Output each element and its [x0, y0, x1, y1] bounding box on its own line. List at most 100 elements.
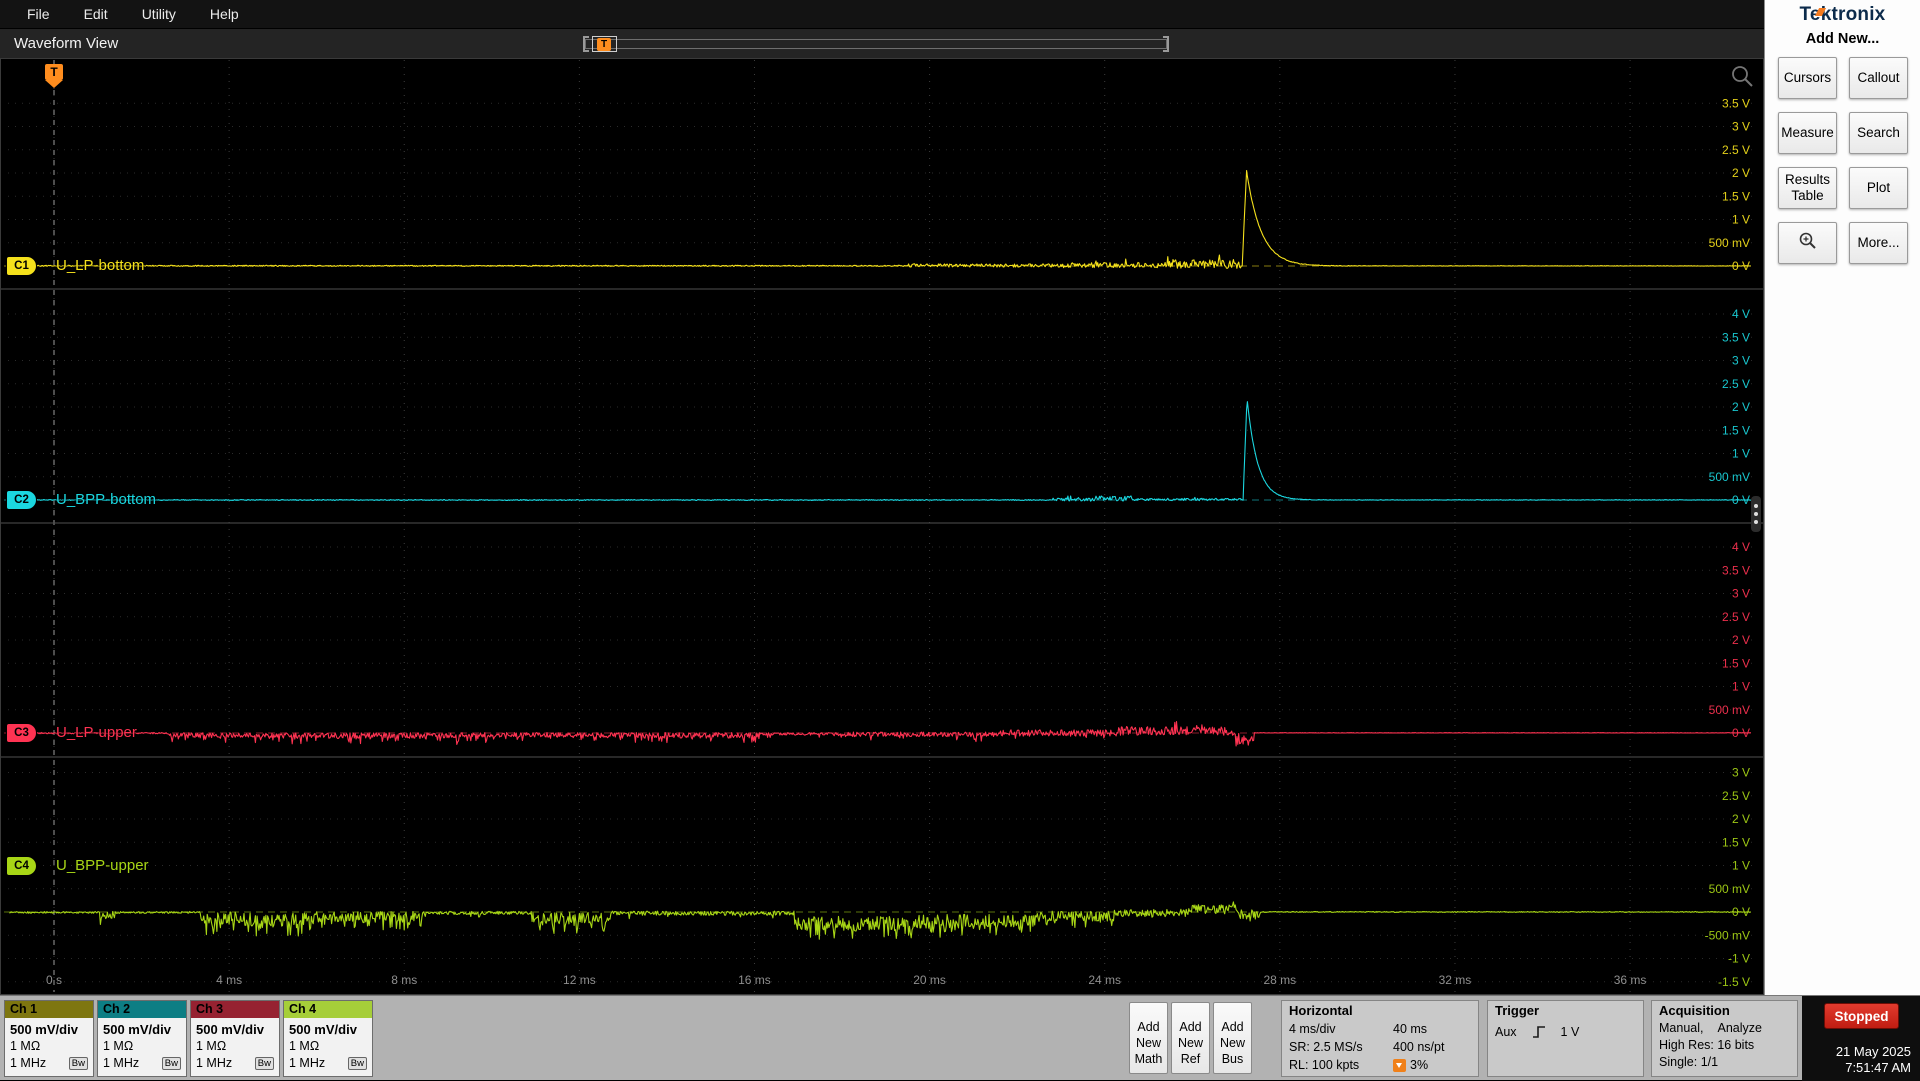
waveform-trace-ch2 [9, 401, 1751, 502]
scale-label: 2 V [1732, 633, 1750, 647]
trigger-panel[interactable]: Trigger Aux 1 V [1487, 1000, 1644, 1077]
run-status-zone: Stopped 21 May 2025 7:51:47 AM [1802, 996, 1920, 1081]
channel2-label[interactable]: U_BPP-bottom [56, 491, 156, 508]
trigger-title: Trigger [1495, 1003, 1540, 1018]
waveform-trace-ch1 [8, 169, 1751, 269]
waveform-canvas[interactable]: 0 s 4 ms 8 ms 12 ms 16 ms 20 ms 24 ms 28 ms 32 m… [0, 58, 1764, 995]
ch3-vdiv: 500 mV/div [196, 1022, 264, 1037]
acquisition-panel[interactable]: Acquisition Manual, Analyze High Res: 16… [1651, 1000, 1798, 1077]
horizontal-sr: SR: 2.5 MS/s [1289, 1040, 1363, 1054]
time-axis-label: 28 ms [1263, 973, 1296, 987]
channel1-settings[interactable]: Ch 1 500 mV/div 1 MΩ 1 MHz Bw [4, 1000, 94, 1077]
trigger-source: Aux [1495, 1025, 1517, 1039]
channel3-badge[interactable]: C3 [6, 723, 37, 743]
datetime-display: 21 May 2025 7:51:47 AM [1836, 1044, 1911, 1076]
channel4-header: Ch 4 [284, 1001, 372, 1018]
add-new-math-button[interactable]: Add New Math [1129, 1002, 1168, 1074]
time-axis-label: 20 ms [913, 973, 946, 987]
acquisition-single: Single: 1/1 [1659, 1055, 1719, 1069]
horizontal-pct: 3% [1410, 1058, 1429, 1072]
time-axis-label: 4 ms [216, 973, 242, 987]
more-button[interactable]: More... [1849, 222, 1908, 264]
channel1-badge[interactable]: C1 [6, 256, 37, 276]
waveform-display[interactable]: 0 s 4 ms 8 ms 12 ms 16 ms 20 ms 24 ms 28 ms 32 m… [0, 58, 1764, 995]
measure-button[interactable]: Measure [1778, 112, 1837, 154]
ch2-vdiv: 500 mV/div [103, 1022, 171, 1037]
record-view-line [585, 39, 1167, 49]
time-axis-label: 36 ms [1614, 973, 1647, 987]
cursors-button[interactable]: Cursors [1778, 57, 1837, 99]
scale-label: 3 V [1732, 120, 1750, 134]
horizontal-panel[interactable]: Horizontal 4 ms/div 40 ms SR: 2.5 MS/s 4… [1281, 1000, 1479, 1077]
channel2-settings[interactable]: Ch 2 500 mV/div 1 MΩ 1 MHz Bw [97, 1000, 187, 1077]
channel1-header: Ch 1 [5, 1001, 93, 1018]
record-view-minimap[interactable]: T [583, 36, 1169, 52]
scale-label: 1 V [1732, 859, 1750, 873]
zoom-window[interactable]: T [592, 36, 617, 52]
channel2-header: Ch 2 [98, 1001, 186, 1018]
time-axis-label: 32 ms [1439, 973, 1472, 987]
plot-button[interactable]: Plot [1849, 167, 1908, 209]
scale-label: 2.5 V [1722, 610, 1750, 624]
scale-label: 2.5 V [1722, 377, 1750, 391]
time-axis-label: 0 s [46, 973, 62, 987]
horizontal-scale: 4 ms/div [1289, 1022, 1336, 1036]
trigger-level: 1 V [1560, 1025, 1580, 1039]
ch3-bw-badge: Bw [254, 1057, 274, 1070]
scale-label: 500 mV [1709, 236, 1750, 250]
scale-label: 3.5 V [1722, 96, 1750, 110]
scale-label: 1.5 V [1722, 423, 1750, 437]
waveform-trace-ch4 [9, 901, 1751, 940]
callout-button[interactable]: Callout [1849, 57, 1908, 99]
ch4-bandwidth: 1 MHz [289, 1056, 326, 1070]
menu-utility[interactable]: Utility [125, 0, 193, 28]
horizontal-title: Horizontal [1289, 1003, 1353, 1018]
zoom-tool-button[interactable] [1778, 222, 1837, 264]
bottom-settings-bar: Ch 1 500 mV/div 1 MΩ 1 MHz Bw Ch 2 500 m… [0, 995, 1920, 1081]
view-title: Waveform View [14, 35, 119, 52]
scale-label: 1.5 V [1722, 656, 1750, 670]
waveform-view-titlebar: Waveform View T [0, 28, 1764, 58]
channel4-badge[interactable]: C4 [6, 856, 37, 876]
scale-label: 1 V [1732, 680, 1750, 694]
ch3-impedance: 1 MΩ [196, 1039, 227, 1053]
add-new-bus-button[interactable]: Add New Bus [1213, 1002, 1252, 1074]
menu-bar: File Edit Utility Help [0, 0, 1764, 28]
panel-splitter-handle[interactable] [1751, 496, 1761, 532]
scale-label: 3.5 V [1722, 563, 1750, 577]
channel3-label[interactable]: U_LP-upper [56, 724, 137, 741]
menu-file[interactable]: File [10, 0, 67, 28]
trigger-t-icon: T [45, 64, 63, 80]
axis-labels: 0 s 4 ms 8 ms 12 ms 16 ms 20 ms 24 ms 28 ms 32 m… [46, 96, 1750, 989]
menu-help[interactable]: Help [193, 0, 256, 28]
graticule [0, 58, 1764, 995]
acquisition-mode: Manual, [1659, 1021, 1704, 1035]
channel3-header: Ch 3 [191, 1001, 279, 1018]
horizontal-window: 40 ms [1393, 1022, 1428, 1036]
magnifier-icon [1799, 232, 1816, 249]
add-new-ref-button[interactable]: Add New Ref [1171, 1002, 1210, 1074]
scale-label: 4 V [1732, 307, 1750, 321]
record-utilization-icon [1393, 1058, 1406, 1072]
ch1-vdiv: 500 mV/div [10, 1022, 78, 1037]
channel3-settings[interactable]: Ch 3 500 mV/div 1 MΩ 1 MHz Bw [190, 1000, 280, 1077]
channel2-badge[interactable]: C2 [6, 490, 37, 510]
ch2-bandwidth: 1 MHz [103, 1056, 140, 1070]
menu-edit[interactable]: Edit [67, 0, 125, 28]
right-sidebar: Tektronix Add New... Cursors Callout Mea… [1764, 0, 1920, 995]
scale-label: 3.5 V [1722, 330, 1750, 344]
ch2-impedance: 1 MΩ [103, 1039, 134, 1053]
channel4-settings[interactable]: Ch 4 500 mV/div 1 MΩ 1 MHz Bw [283, 1000, 373, 1077]
scale-label: 2 V [1732, 400, 1750, 414]
search-button[interactable]: Search [1849, 112, 1908, 154]
channel1-label[interactable]: U_LP-bottom [56, 257, 144, 274]
waveform-trace-ch3 [9, 720, 1751, 747]
channel4-label[interactable]: U_BPP-upper [56, 857, 149, 874]
scale-label: -1 V [1728, 952, 1750, 966]
zoom-corner-icon[interactable] [1728, 62, 1758, 92]
time-axis-label: 16 ms [738, 973, 771, 987]
results-table-button[interactable]: Results Table [1778, 167, 1837, 209]
trigger-indicator[interactable]: T [45, 64, 63, 88]
horizontal-respt: 400 ns/pt [1393, 1040, 1445, 1054]
run-stop-button[interactable]: Stopped [1824, 1003, 1899, 1029]
